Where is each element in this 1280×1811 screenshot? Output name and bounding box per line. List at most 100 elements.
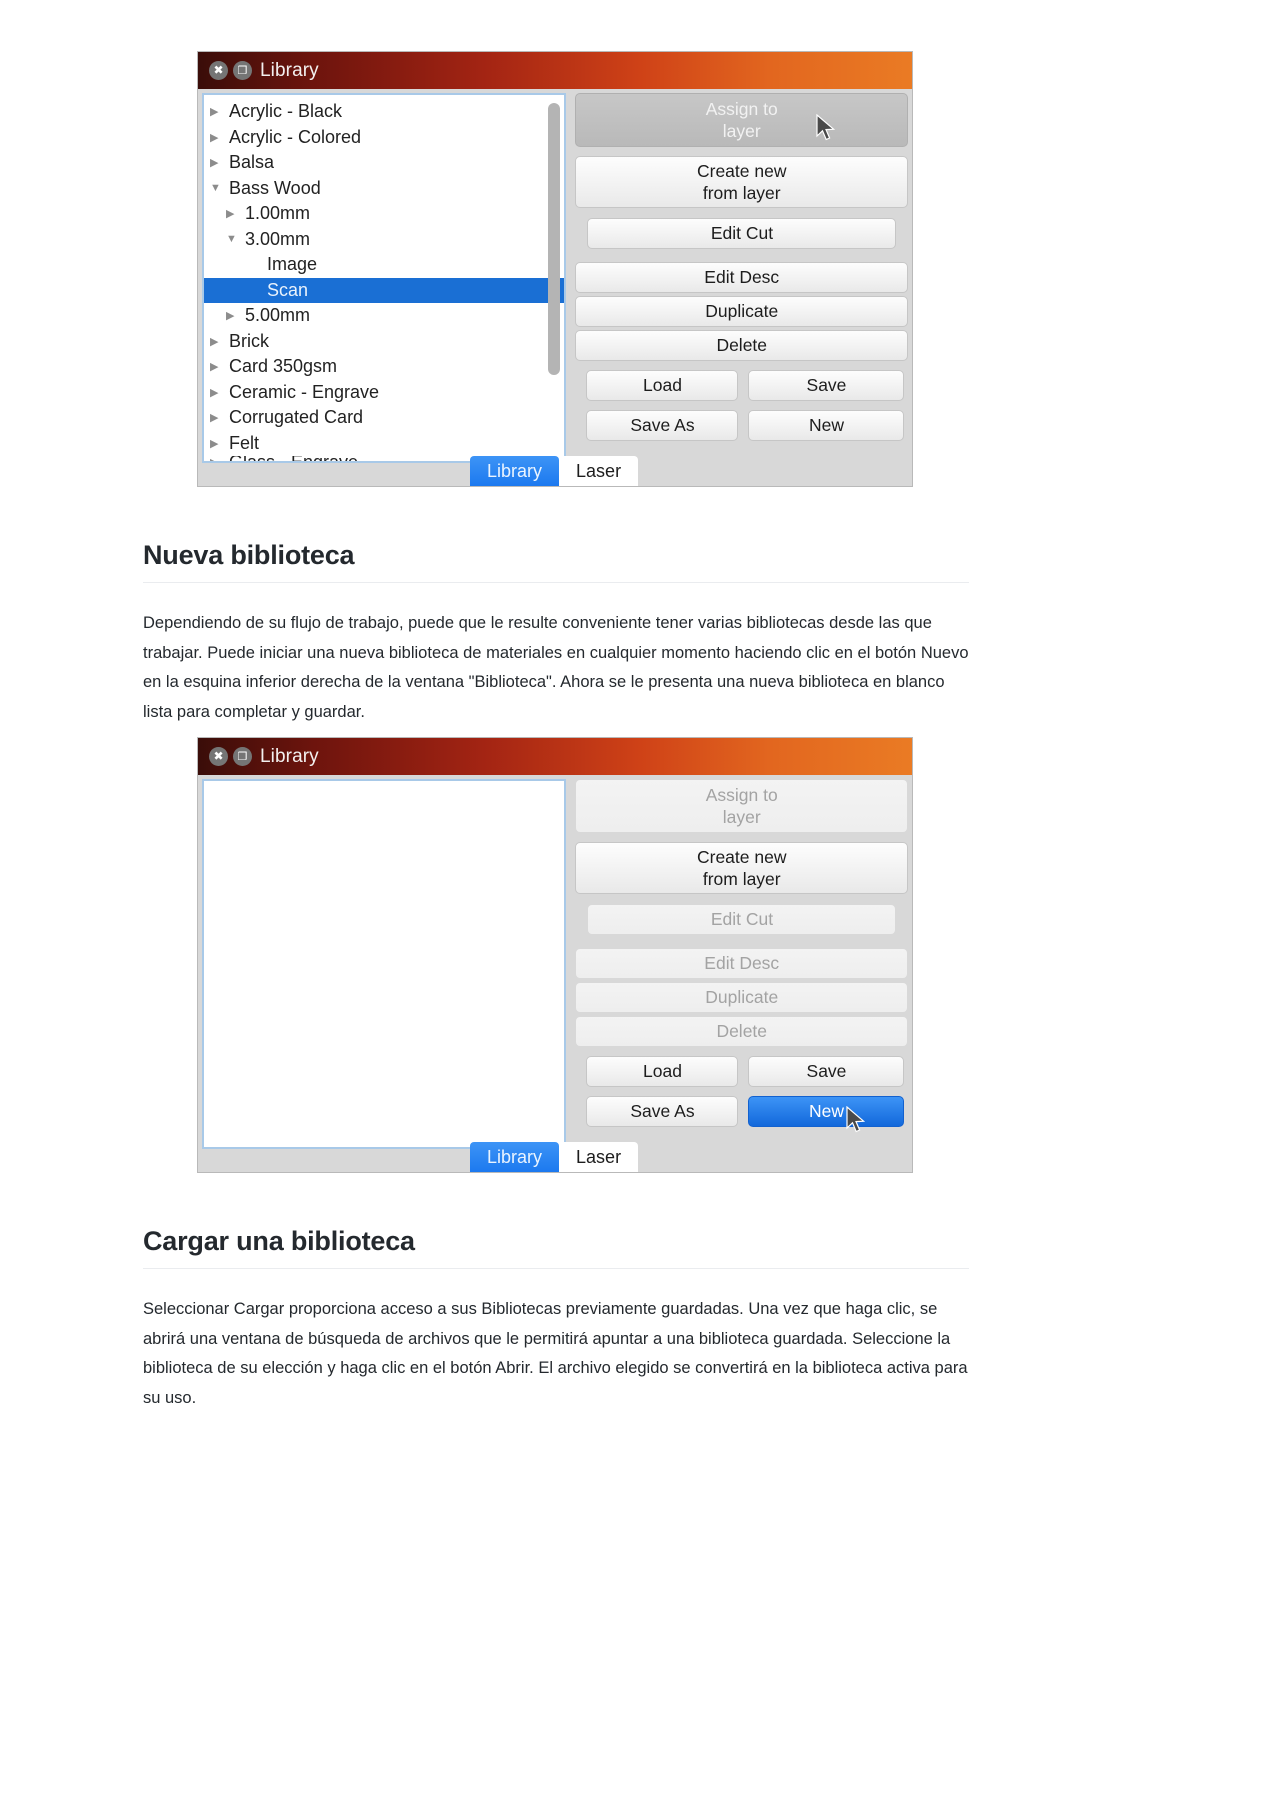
edit-cut-button[interactable]: Edit Cut: [587, 904, 897, 935]
assign-to-layer-label: Assign to layer: [705, 99, 778, 141]
library-body: ▶ Acrylic - Black ▶ Acrylic - Colored ▶ Balsa…: [198, 89, 912, 463]
tree-item[interactable]: ▶ 5.00mm: [204, 303, 564, 329]
load-save-row: Load Save: [586, 1056, 908, 1087]
chevron-right-icon[interactable]: ▶: [210, 386, 229, 399]
delete-button[interactable]: Delete: [575, 1016, 908, 1047]
tree-item-label: Glass - Engrave: [229, 456, 358, 461]
edit-cut-button[interactable]: Edit Cut: [587, 218, 897, 249]
edit-desc-label: Edit Desc: [704, 953, 780, 973]
tab-laser-label: Laser: [576, 1146, 622, 1167]
create-new-from-layer-button[interactable]: Create new from layer: [575, 842, 908, 894]
edit-cut-label: Edit Cut: [710, 223, 774, 243]
chevron-right-icon[interactable]: ▶: [226, 207, 245, 220]
chevron-right-icon[interactable]: ▶: [210, 335, 229, 348]
bottom-tabs: Library Laser: [470, 1142, 639, 1172]
tab-laser[interactable]: Laser: [559, 456, 639, 486]
tree-item-label: Corrugated Card: [229, 407, 364, 428]
material-tree[interactable]: ▶ Acrylic - Black ▶ Acrylic - Colored ▶ Balsa…: [204, 95, 565, 462]
assign-to-layer-button[interactable]: Assign to layer: [575, 779, 908, 833]
save-as-button[interactable]: Save As: [586, 1096, 739, 1127]
restore-window-icon[interactable]: ❐: [233, 61, 252, 80]
tree-item[interactable]: ▶ Felt: [204, 431, 564, 457]
tab-library-label: Library: [487, 1146, 543, 1167]
load-button[interactable]: Load: [586, 1056, 739, 1087]
chevron-right-icon[interactable]: ▶: [210, 131, 229, 144]
section-new-library: Nueva biblioteca Dependiendo de su flujo…: [143, 540, 969, 727]
tree-item-label: Image: [267, 254, 318, 275]
library-actions: Assign to layer Create new from layer Ed…: [566, 93, 908, 463]
tree-item[interactable]: ▶ Card 350gsm: [204, 354, 564, 380]
save-as-label: Save As: [630, 1101, 695, 1121]
new-button[interactable]: New: [748, 410, 905, 441]
tree-item[interactable]: ▼ Bass Wood: [204, 176, 564, 202]
tree-item[interactable]: ▶ 1.00mm: [204, 201, 564, 227]
tree-item[interactable]: ▶ Corrugated Card: [204, 405, 564, 431]
saveas-new-row: Save As New: [586, 1096, 908, 1127]
save-label: Save: [806, 375, 847, 395]
save-as-label: Save As: [630, 415, 695, 435]
tab-library[interactable]: Library: [470, 1142, 560, 1172]
tree-item[interactable]: Image: [204, 252, 564, 278]
save-button[interactable]: Save: [748, 370, 905, 401]
tree-item-label: Bass Wood: [229, 177, 321, 198]
edit-desc-label: Edit Desc: [704, 267, 780, 287]
chevron-down-icon[interactable]: ▼: [210, 182, 229, 194]
new-button[interactable]: New: [748, 1096, 905, 1127]
tree-item[interactable]: ▶ Acrylic - Black: [204, 99, 564, 125]
tree-item[interactable]: ▶ Acrylic - Colored: [204, 125, 564, 151]
close-icon[interactable]: ✖: [209, 747, 228, 766]
duplicate-button[interactable]: Duplicate: [575, 296, 908, 327]
tab-laser-label: Laser: [576, 460, 622, 481]
section-load-library: Cargar una biblioteca Seleccionar Cargar…: [143, 1226, 969, 1413]
tree-item[interactable]: ▼ 3.00mm: [204, 227, 564, 253]
tab-library-label: Library: [487, 460, 543, 481]
load-button[interactable]: Load: [586, 370, 739, 401]
create-new-from-layer-label: Create new from layer: [696, 161, 787, 203]
new-label: New: [808, 415, 844, 435]
restore-window-icon[interactable]: ❐: [233, 747, 252, 766]
page-title-nueva-biblioteca: Nueva biblioteca: [143, 540, 355, 570]
new-label: New: [808, 1101, 844, 1121]
tree-item-label: Acrylic - Black: [229, 101, 343, 122]
material-tree-panel-empty[interactable]: [202, 779, 567, 1149]
chevron-right-icon[interactable]: ▶: [226, 309, 245, 322]
tree-item[interactable]: ▶ Balsa: [204, 150, 564, 176]
save-button[interactable]: Save: [748, 1056, 905, 1087]
tree-item[interactable]: ▶ Ceramic - Engrave: [204, 380, 564, 406]
save-as-button[interactable]: Save As: [586, 410, 739, 441]
create-new-from-layer-button[interactable]: Create new from layer: [575, 156, 908, 208]
library-window-1: ✖ ❐ Library ▶ Acrylic - Black ▶ Acrylic - C…: [198, 52, 912, 486]
duplicate-button[interactable]: Duplicate: [575, 982, 908, 1013]
page-title-cargar-biblioteca: Cargar una biblioteca: [143, 1226, 415, 1256]
chevron-right-icon[interactable]: ▶: [210, 360, 229, 373]
material-tree-panel[interactable]: ▶ Acrylic - Black ▶ Acrylic - Colored ▶ Balsa…: [202, 93, 567, 463]
chevron-right-icon[interactable]: ▶: [210, 156, 229, 169]
tree-item[interactable]: Scan: [204, 277, 565, 303]
tree-item[interactable]: ▶ Brick: [204, 329, 564, 355]
create-new-from-layer-label: Create new from layer: [696, 847, 787, 889]
material-tree-empty[interactable]: [204, 781, 564, 785]
library-window-2: ✖ ❐ Library Assign to layer Create new f…: [198, 738, 912, 1172]
tree-item-label: 3.00mm: [245, 228, 311, 249]
window-title: Library: [260, 746, 319, 767]
close-icon[interactable]: ✖: [209, 61, 228, 80]
load-label: Load: [643, 1061, 682, 1081]
chevron-right-icon[interactable]: ▶: [210, 105, 229, 118]
chevron-down-icon[interactable]: ▼: [226, 233, 245, 245]
chevron-right-icon[interactable]: ▶: [210, 456, 229, 462]
chevron-right-icon[interactable]: ▶: [210, 437, 229, 450]
bottom-tabs: Library Laser: [470, 456, 639, 486]
chevron-right-icon[interactable]: ▶: [210, 411, 229, 424]
edit-desc-button[interactable]: Edit Desc: [575, 948, 908, 979]
window-titlebar: ✖ ❐ Library: [198, 738, 912, 775]
window-titlebar: ✖ ❐ Library: [198, 52, 912, 89]
delete-button[interactable]: Delete: [575, 330, 908, 361]
edit-desc-button[interactable]: Edit Desc: [575, 262, 908, 293]
tree-item-label: Felt: [229, 432, 260, 453]
assign-to-layer-button[interactable]: Assign to layer: [575, 93, 908, 147]
tree-scrollbar[interactable]: [548, 103, 561, 375]
tree-item-label: Acrylic - Colored: [229, 126, 362, 147]
paragraph-cargar-biblioteca: Seleccionar Cargar proporciona acceso a …: [143, 1300, 968, 1407]
tab-laser[interactable]: Laser: [559, 1142, 639, 1172]
tab-library[interactable]: Library: [470, 456, 560, 486]
